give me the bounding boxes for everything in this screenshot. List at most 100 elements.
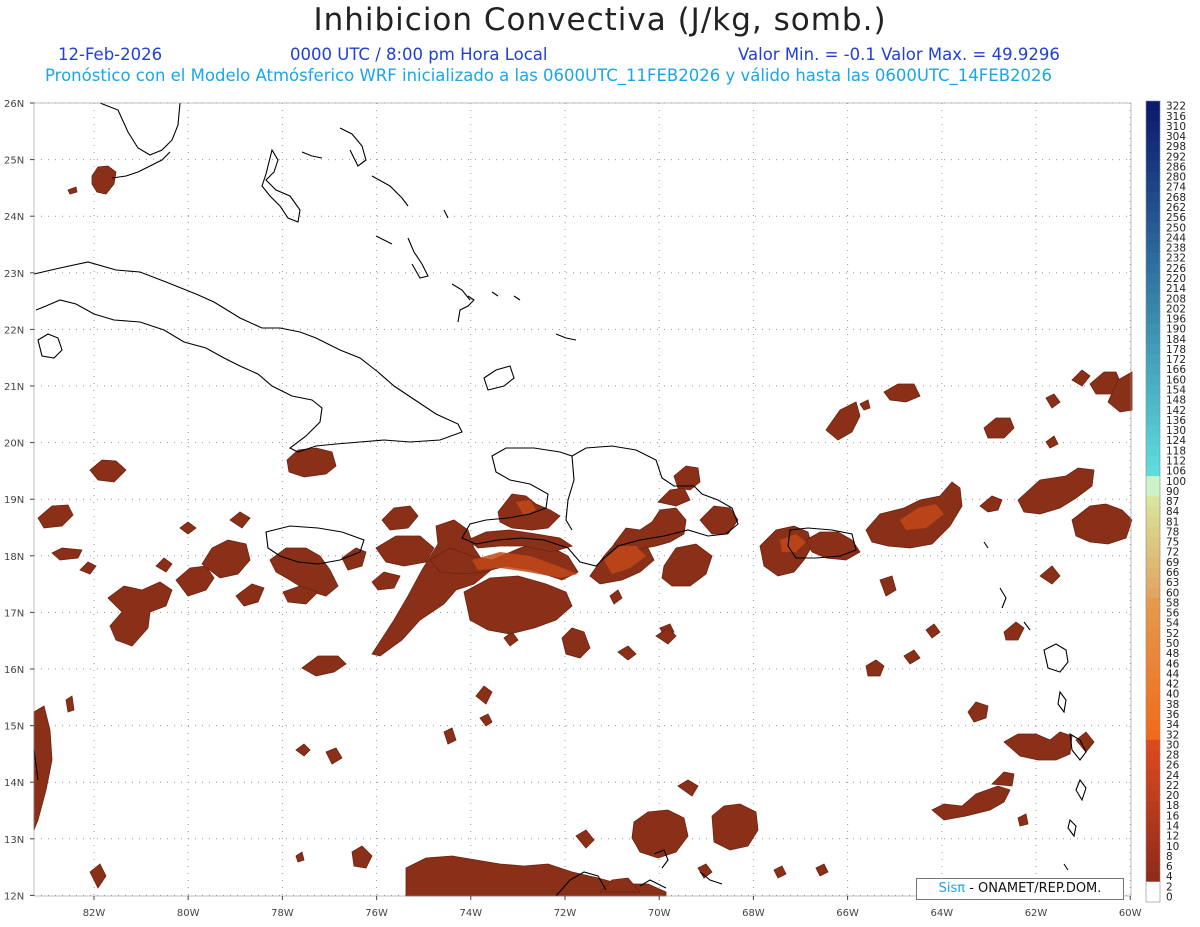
colorbar-swatch xyxy=(1146,628,1160,639)
colorbar-swatch xyxy=(1146,293,1160,305)
colorbar-swatch xyxy=(1146,699,1160,710)
colorbar-swatch xyxy=(1146,161,1160,173)
colorbar-swatch xyxy=(1146,324,1160,335)
colorbar-swatch xyxy=(1146,871,1160,883)
colorbar-swatch xyxy=(1146,861,1160,872)
colorbar-swatch xyxy=(1146,263,1160,274)
colorbar-swatch xyxy=(1146,232,1160,244)
lat-label: 17N xyxy=(4,608,24,619)
lon-label: 74W xyxy=(459,908,482,919)
colorbar-swatch xyxy=(1146,587,1160,599)
lat-label: 22N xyxy=(4,325,24,336)
lat-label: 13N xyxy=(4,835,24,846)
colorbar: 3223163103042982922862802742682622562502… xyxy=(1145,101,1186,903)
lon-label: 64W xyxy=(930,908,953,919)
colorbar-swatch xyxy=(1146,111,1160,122)
colorbar-swatch xyxy=(1146,425,1160,436)
lon-label: 62W xyxy=(1025,908,1048,919)
lat-label: 18N xyxy=(4,552,24,563)
colorbar-swatch xyxy=(1146,770,1160,781)
colorbar-swatch xyxy=(1146,476,1160,487)
colorbar-swatch xyxy=(1146,658,1160,670)
colorbar-swatch xyxy=(1146,831,1160,842)
colorbar-swatch xyxy=(1146,242,1160,254)
colorbar-swatch xyxy=(1146,810,1160,822)
colorbar-swatch xyxy=(1146,577,1160,588)
colorbar-swatch xyxy=(1146,851,1160,862)
colorbar-swatch xyxy=(1146,547,1160,558)
colorbar-swatch xyxy=(1146,689,1160,700)
lat-label: 14N xyxy=(4,778,24,789)
lat-label: 20N xyxy=(4,439,24,450)
colorbar-swatch xyxy=(1146,212,1160,223)
lon-label: 60W xyxy=(1119,908,1142,919)
lat-label: 24N xyxy=(4,212,24,223)
credit-box: Sisπ - ONAMET/REP.DOM. xyxy=(916,878,1124,900)
colorbar-swatch xyxy=(1146,253,1160,264)
colorbar-swatch xyxy=(1146,709,1160,720)
colorbar-swatch xyxy=(1146,364,1160,376)
colorbar-swatch xyxy=(1146,313,1160,325)
colorbar-swatch xyxy=(1146,749,1160,761)
cin-map: 26N 25N 24N 23N 22N 21N 20N 19N 18N 17N 16N 15N 14N 1… xyxy=(4,99,1186,919)
colorbar-swatch xyxy=(1146,354,1160,365)
colorbar-swatch xyxy=(1146,800,1160,812)
colorbar-swatch xyxy=(1146,486,1160,497)
colorbar-swatch xyxy=(1146,607,1160,619)
colorbar-swatch xyxy=(1146,151,1160,163)
colorbar-swatch xyxy=(1146,283,1160,294)
lon-label: 66W xyxy=(836,908,859,919)
lat-label: 25N xyxy=(4,156,24,167)
colorbar-swatch xyxy=(1146,648,1160,659)
colorbar-swatch xyxy=(1146,202,1160,213)
colorbar-swatch xyxy=(1146,182,1160,193)
colorbar-swatch xyxy=(1146,557,1160,568)
colorbar-swatch xyxy=(1146,618,1160,629)
colorbar-swatch xyxy=(1146,384,1160,396)
lon-label: 80W xyxy=(177,908,200,919)
colorbar-swatch xyxy=(1146,516,1160,528)
colorbar-swatch xyxy=(1146,719,1160,730)
lon-label: 72W xyxy=(554,908,577,919)
colorbar-swatch xyxy=(1146,780,1160,791)
colorbar-swatch xyxy=(1146,536,1160,548)
colorbar-swatch xyxy=(1146,192,1160,203)
lon-label: 82W xyxy=(83,908,106,919)
lon-label: 70W xyxy=(648,908,671,919)
lat-label: 26N xyxy=(4,99,24,110)
colorbar-swatch xyxy=(1146,526,1160,538)
colorbar-swatch xyxy=(1146,790,1160,801)
colorbar-swatch xyxy=(1146,729,1160,741)
colorbar-swatch xyxy=(1146,171,1160,183)
colorbar-swatch xyxy=(1146,739,1160,751)
colorbar-swatch xyxy=(1146,455,1160,467)
latitude-labels: 26N 25N 24N 23N 22N 21N 20N 19N 18N 17N 16N 15N 14N 1… xyxy=(4,99,34,902)
colorbar-swatch xyxy=(1146,891,1160,903)
lon-label: 68W xyxy=(742,908,765,919)
lon-label: 78W xyxy=(271,908,294,919)
lon-label: 76W xyxy=(365,908,388,919)
colorbar-swatch xyxy=(1146,303,1160,315)
colorbar-swatch xyxy=(1146,405,1160,416)
colorbar-swatch xyxy=(1146,638,1160,649)
colorbar-label: 0 xyxy=(1166,891,1173,903)
colorbar-swatch xyxy=(1146,222,1160,234)
lat-label: 21N xyxy=(4,382,24,393)
colorbar-swatch xyxy=(1146,841,1160,852)
lat-label: 15N xyxy=(4,722,24,733)
colorbar-swatch xyxy=(1146,121,1160,132)
lat-label: 12N xyxy=(4,891,24,902)
colorbar-swatch xyxy=(1146,496,1160,507)
colorbar-swatch xyxy=(1146,597,1160,609)
sispi-logo: Sisπ xyxy=(938,881,966,896)
colorbar-swatch xyxy=(1146,101,1160,112)
colorbar-swatch xyxy=(1146,334,1160,345)
map-frame xyxy=(34,103,1131,896)
colorbar-swatch xyxy=(1146,141,1160,152)
colorbar-swatch xyxy=(1146,344,1160,355)
colorbar-swatch xyxy=(1146,820,1160,832)
colorbar-swatch xyxy=(1146,466,1160,477)
colorbar-swatch xyxy=(1146,415,1160,426)
colorbar-swatch xyxy=(1146,273,1160,284)
colorbar-swatch xyxy=(1146,668,1160,680)
